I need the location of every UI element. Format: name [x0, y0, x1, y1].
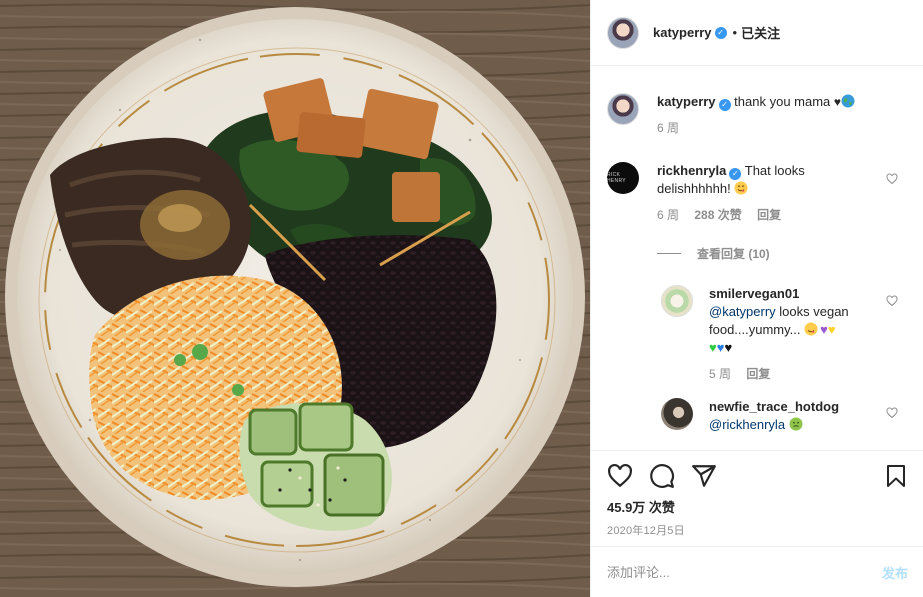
mention-link[interactable]: @rickhenryla — [709, 417, 785, 432]
reply-username[interactable]: newfie_trace_hotdog — [709, 399, 839, 414]
reply-time[interactable]: 5 周 — [709, 367, 731, 381]
heart-icon[interactable] — [607, 463, 633, 489]
post-button[interactable]: 发布 — [882, 563, 908, 582]
comment-icon[interactable] — [649, 463, 675, 489]
reply-button[interactable]: 回复 — [757, 208, 781, 222]
divider-line — [657, 253, 681, 254]
comment-likes[interactable]: 288 次赞 — [694, 208, 741, 222]
following-button[interactable]: 已关注 — [741, 23, 780, 42]
yum-emoji-icon — [804, 322, 818, 336]
caption-text: thank you mama — [734, 94, 831, 109]
view-replies-label: 查看回复 (10) — [697, 247, 770, 261]
avatar[interactable] — [607, 93, 639, 125]
reply-username[interactable]: smilervegan01 — [709, 286, 799, 301]
purple-heart-emoji: ♥ — [820, 322, 828, 337]
avatar[interactable] — [661, 285, 693, 317]
yellow-heart-emoji: ♥ — [827, 322, 836, 337]
comments-list[interactable]: katyperry ✓ thank you mama ♥ 6 周 RICK HEN… — [591, 67, 923, 449]
black-heart-emoji: ♥ — [833, 95, 842, 109]
likes-count[interactable]: 45.9万 次赞 — [607, 497, 908, 516]
avatar-text: RICK HENRY — [607, 172, 626, 184]
globe-emoji-icon — [841, 94, 855, 108]
verified-badge-icon: ✓ — [729, 168, 742, 180]
header-username[interactable]: katyperry — [653, 25, 712, 40]
sick-face-emoji-icon — [789, 417, 803, 431]
comment-username[interactable]: rickhenryla — [657, 163, 726, 178]
like-comment-heart-icon[interactable] — [886, 295, 898, 307]
caption-username[interactable]: katyperry — [657, 94, 716, 109]
post-viewer: katyperry ✓ • 已关注 katyperry ✓ thank you m… — [0, 0, 923, 597]
comment-input[interactable] — [607, 564, 882, 580]
post-header: katyperry ✓ • 已关注 — [591, 0, 923, 66]
caption-time[interactable]: 6 周 — [657, 121, 679, 135]
like-comment-heart-icon[interactable] — [886, 407, 898, 419]
reply-button[interactable]: 回复 — [746, 367, 770, 381]
post-photo[interactable] — [0, 0, 590, 597]
avatar[interactable] — [661, 398, 693, 430]
verified-badge-icon: ✓ — [718, 99, 731, 111]
reply-item: smilervegan01 @katyperry looks vegan foo… — [661, 285, 874, 383]
post-side-panel: katyperry ✓ • 已关注 katyperry ✓ thank you m… — [590, 0, 923, 597]
yum-emoji-icon — [734, 181, 748, 195]
share-icon[interactable] — [691, 463, 717, 489]
post-date[interactable]: 2020年12月5日 — [607, 522, 908, 538]
reply-item: newfie_trace_hotdog @rickhenryla — [661, 398, 879, 434]
comment-item: RICK HENRY rickhenryla ✓ That looks delis… — [607, 162, 867, 224]
green-heart-emoji: ♥ — [709, 340, 717, 355]
avatar[interactable] — [607, 16, 639, 49]
view-replies-button[interactable]: 查看回复 (10) — [657, 245, 770, 262]
add-comment-bar: 发布 — [591, 546, 923, 597]
verified-badge-icon: ✓ — [714, 26, 727, 39]
bookmark-icon[interactable] — [884, 463, 908, 489]
header-separator: • — [732, 25, 738, 40]
caption: katyperry ✓ thank you mama ♥ 6 周 — [607, 93, 867, 137]
mention-link[interactable]: @katyperry — [709, 304, 776, 319]
like-comment-heart-icon[interactable] — [886, 173, 898, 185]
comment-time[interactable]: 6 周 — [657, 208, 679, 222]
black-heart-emoji: ♥ — [724, 340, 733, 355]
action-bar: 45.9万 次赞 2020年12月5日 — [591, 450, 923, 546]
food-bowl-image — [0, 0, 590, 597]
avatar[interactable]: RICK HENRY — [607, 162, 639, 194]
